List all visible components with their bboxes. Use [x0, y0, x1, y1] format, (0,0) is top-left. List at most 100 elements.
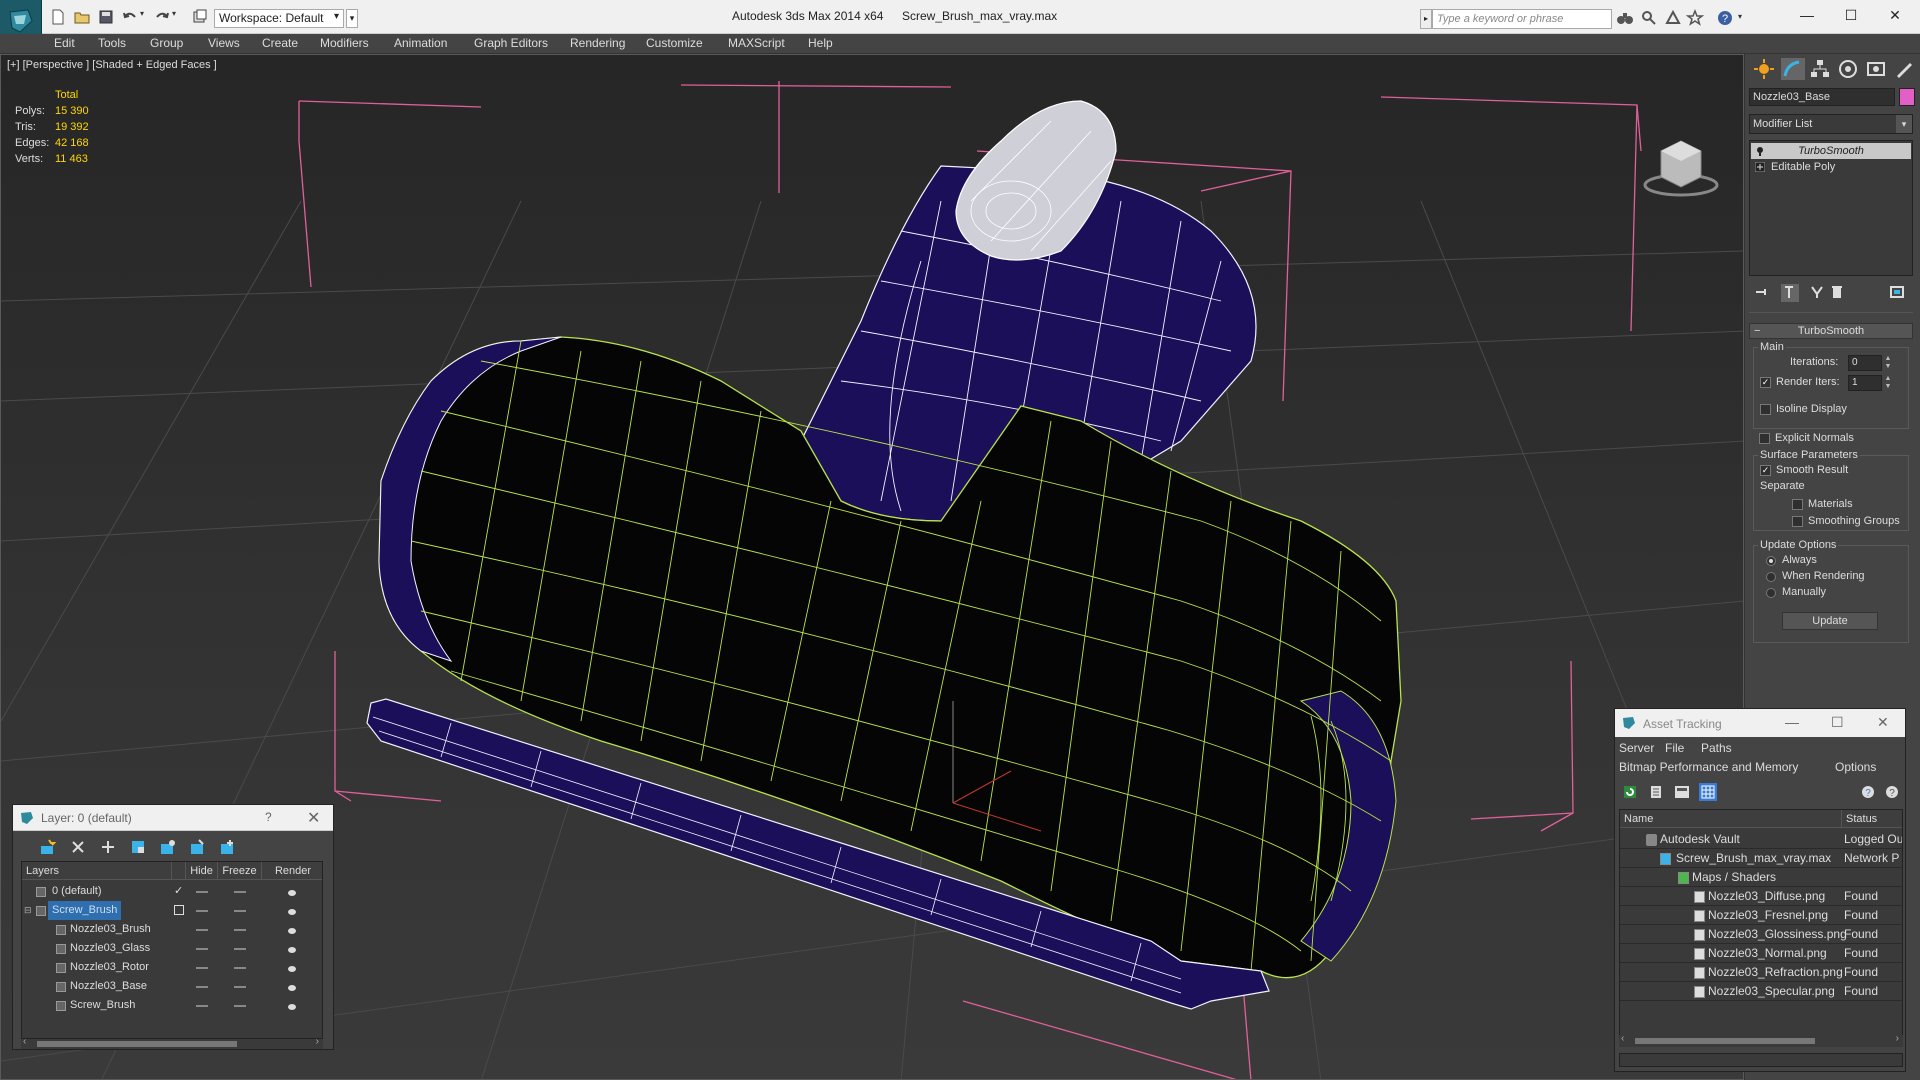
- current-layer-check-icon[interactable]: ✓: [174, 882, 183, 901]
- menu-edit[interactable]: Edit: [54, 36, 75, 50]
- search-input[interactable]: Type a keyword or phrase: [1432, 9, 1612, 29]
- layer-row[interactable]: Nozzle03_Brush: [22, 920, 322, 939]
- favorites-star-icon[interactable]: [1685, 8, 1706, 29]
- column-header-hide[interactable]: Hide: [186, 862, 218, 880]
- render-teapot-icon[interactable]: [286, 1001, 298, 1011]
- hide-toggle[interactable]: [196, 967, 208, 969]
- project-folder-icon[interactable]: [192, 9, 208, 25]
- scroll-left-icon[interactable]: ‹: [23, 1036, 26, 1047]
- render-teapot-icon[interactable]: [286, 982, 298, 992]
- binoculars-icon[interactable]: [1616, 9, 1636, 29]
- menu-options[interactable]: Options: [1835, 760, 1876, 774]
- materials-checkbox[interactable]: [1792, 499, 1803, 510]
- asset-row[interactable]: Maps / Shaders: [1620, 868, 1902, 887]
- column-header-freeze[interactable]: Freeze: [218, 862, 262, 880]
- help-question-icon[interactable]: ?: [1859, 783, 1877, 801]
- refresh-icon[interactable]: [1621, 783, 1639, 801]
- minimize-button[interactable]: —: [1784, 0, 1830, 30]
- viewport-label[interactable]: [+] [Perspective ] [Shaded + Edged Faces…: [7, 59, 217, 71]
- freeze-toggle[interactable]: [234, 986, 246, 988]
- scrollbar-thumb[interactable]: [37, 1041, 237, 1047]
- scrollbar-thumb[interactable]: [1635, 1038, 1815, 1044]
- redo-icon[interactable]: [154, 9, 170, 25]
- asset-row[interactable]: Autodesk Vault Logged Ou: [1620, 830, 1902, 849]
- delete-layer-icon[interactable]: [69, 838, 87, 856]
- configure-modifier-sets-icon[interactable]: [1889, 284, 1907, 302]
- pin-stack-icon[interactable]: [1753, 284, 1771, 302]
- asset-path-bar[interactable]: [1619, 1053, 1903, 1067]
- update-button[interactable]: Update: [1782, 612, 1878, 630]
- hide-toggle[interactable]: [196, 1005, 208, 1007]
- expand-plus-icon[interactable]: [1755, 162, 1765, 172]
- horizontal-scrollbar[interactable]: ‹ ›: [1619, 1033, 1903, 1047]
- new-file-icon[interactable]: [50, 9, 66, 25]
- tree-view-icon[interactable]: [1673, 783, 1691, 801]
- open-file-icon[interactable]: [74, 9, 90, 25]
- scroll-right-icon[interactable]: ›: [1896, 1033, 1899, 1044]
- freeze-toggle[interactable]: [234, 967, 246, 969]
- subscription-icon[interactable]: [1640, 9, 1660, 29]
- freeze-toggle[interactable]: [234, 891, 246, 893]
- layer-row[interactable]: Nozzle03_Base: [22, 977, 322, 996]
- asset-row[interactable]: Screw_Brush_max_vray.max Network P: [1620, 849, 1902, 868]
- freeze-toggle[interactable]: [234, 929, 246, 931]
- collapse-icon[interactable]: ⊟: [24, 901, 32, 920]
- isoline-display-checkbox[interactable]: [1760, 404, 1771, 415]
- iterations-spinner[interactable]: 0 ▲ ▼: [1848, 355, 1891, 371]
- modifier-list-dropdown[interactable]: Modifier List ▾: [1749, 114, 1913, 134]
- column-header-status[interactable]: Status: [1842, 810, 1902, 828]
- column-header-render[interactable]: Render: [262, 862, 322, 880]
- asset-row[interactable]: Nozzle03_Glossiness.png Found: [1620, 925, 1902, 944]
- menu-graph-editors[interactable]: Graph Editors: [474, 36, 548, 50]
- render-teapot-icon[interactable]: [286, 925, 298, 935]
- layer-row[interactable]: Nozzle03_Glass: [22, 939, 322, 958]
- menu-create[interactable]: Create: [262, 36, 298, 50]
- undo-icon[interactable]: [122, 9, 138, 25]
- freeze-toggle[interactable]: [234, 948, 246, 950]
- hide-toggle[interactable]: [196, 891, 208, 893]
- menu-modifiers[interactable]: Modifiers: [320, 36, 369, 50]
- layer-window-titlebar[interactable]: Layer: 0 (default) ? ✕: [13, 805, 333, 831]
- viewcube-icon[interactable]: [1643, 140, 1719, 197]
- menu-paths[interactable]: Paths: [1701, 741, 1732, 755]
- stack-item-turbosmooth[interactable]: TurboSmooth: [1751, 143, 1911, 159]
- freeze-all-layers-icon[interactable]: [219, 838, 237, 856]
- menu-help[interactable]: Help: [808, 36, 833, 50]
- render-iters-checkbox[interactable]: ✓: [1760, 377, 1771, 388]
- asset-row[interactable]: Nozzle03_Specular.png Found: [1620, 982, 1902, 1001]
- make-unique-icon[interactable]: [1809, 284, 1827, 302]
- close-icon[interactable]: ✕: [307, 808, 320, 828]
- hide-toggle[interactable]: [196, 910, 208, 912]
- rollout-header[interactable]: − TurboSmooth: [1749, 323, 1913, 339]
- hide-toggle[interactable]: [196, 929, 208, 931]
- table-view-icon[interactable]: [1699, 783, 1717, 801]
- highlight-selected-layer-icon[interactable]: [159, 838, 177, 856]
- redo-dropdown-icon[interactable]: ▾: [172, 9, 180, 25]
- menu-maxscript[interactable]: MAXScript: [728, 36, 785, 50]
- help-dropdown-icon[interactable]: ▾: [1738, 12, 1748, 32]
- modify-tab-icon[interactable]: [1781, 58, 1805, 80]
- freeze-toggle[interactable]: [234, 1005, 246, 1007]
- column-header-layers[interactable]: Layers: [22, 862, 172, 880]
- search-expand-arrow[interactable]: ▸: [1420, 9, 1432, 29]
- menu-tools[interactable]: Tools: [98, 36, 126, 50]
- asset-window-titlebar[interactable]: Asset Tracking — ☐ ✕: [1615, 709, 1905, 737]
- motion-tab-icon[interactable]: [1837, 58, 1861, 80]
- render-teapot-icon[interactable]: [286, 887, 298, 897]
- hierarchy-tab-icon[interactable]: [1809, 58, 1833, 80]
- asset-row[interactable]: Nozzle03_Normal.png Found: [1620, 944, 1902, 963]
- column-header-name[interactable]: Name: [1620, 810, 1842, 828]
- utilities-tab-icon[interactable]: [1893, 58, 1917, 80]
- layer-row[interactable]: 0 (default) ✓: [22, 882, 322, 901]
- object-color-swatch[interactable]: [1899, 88, 1915, 106]
- object-name-field[interactable]: Nozzle03_Base: [1749, 88, 1895, 106]
- layer-row[interactable]: Screw_Brush: [22, 996, 322, 1015]
- asset-row[interactable]: Nozzle03_Refraction.png Found: [1620, 963, 1902, 982]
- asset-row[interactable]: Nozzle03_Fresnel.png Found: [1620, 906, 1902, 925]
- remove-modifier-icon[interactable]: [1829, 284, 1847, 302]
- close-button[interactable]: ✕: [1872, 0, 1918, 30]
- spinner-arrows-icon[interactable]: ▲ ▼: [1883, 375, 1893, 391]
- close-icon[interactable]: ✕: [1877, 714, 1889, 731]
- workspace-dropdown[interactable]: Workspace: Default ▾: [214, 9, 344, 28]
- menu-animation[interactable]: Animation: [394, 36, 447, 50]
